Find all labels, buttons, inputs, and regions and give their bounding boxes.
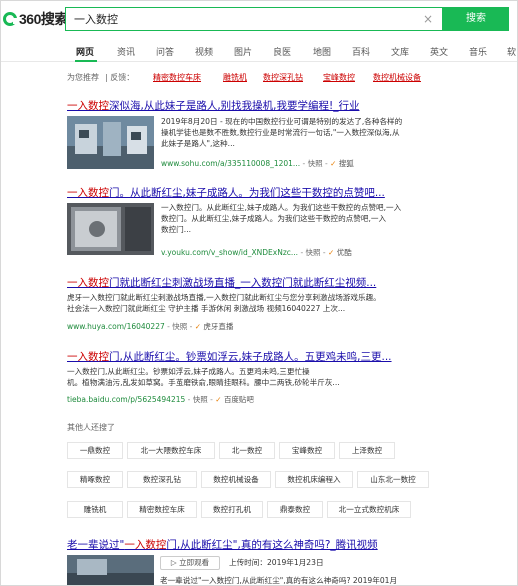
tab-news[interactable]: 资讯 (117, 45, 135, 58)
result-url: tieba.baidu.com/p/5625494215 - 快照 - ✓ 百度… (67, 395, 254, 404)
recommend-link[interactable]: 数控深孔钻 (263, 72, 303, 83)
logo-icon (3, 12, 17, 26)
tab-qa[interactable]: 问答 (156, 45, 174, 58)
result-thumbnail[interactable] (67, 555, 154, 585)
tab-baike[interactable]: 百科 (352, 45, 370, 58)
snapshot-link[interactable]: 快照 (172, 322, 187, 331)
factory-image-icon (67, 116, 154, 169)
upload-time: 上传时间：2019年1月23日 (229, 558, 324, 567)
recommend-link[interactable]: 宝峰数控 (323, 72, 355, 83)
tab-english[interactable]: 英文 (430, 45, 448, 58)
result-url: www.sohu.com/a/335110008_1201... - 快照 - … (161, 159, 354, 168)
recommend-bar: 为您推荐 | 反馈： 精密数控车床 雕铣机 数控深孔钻 宝峰数控 数控机械设备 (67, 72, 507, 84)
related-searches-title: 其他人还搜了 (67, 423, 115, 432)
tab-doctor[interactable]: 良医 (273, 45, 291, 58)
related-search-button[interactable]: 数控打孔机 (201, 501, 263, 518)
logo-text: 360搜索 (19, 11, 68, 27)
source-icon: ✓ (215, 395, 222, 404)
tab-video[interactable]: 视频 (195, 45, 213, 58)
result-snippet: 一入数控门,从此断红尘。钞票如浮云,妹子成路人。五更鸡未鸣,三更忙操 机。植物满… (67, 367, 340, 387)
tab-images[interactable]: 图片 (234, 45, 252, 58)
related-search-button[interactable]: 上泽数控 (339, 442, 395, 459)
tab-music[interactable]: 音乐 (469, 45, 487, 58)
source-icon: ✓ (330, 159, 337, 168)
machine-image-icon (67, 203, 154, 255)
source-icon: ✓ (194, 322, 202, 331)
source-name: 百度贴吧 (223, 395, 254, 404)
recommend-label: 为您推荐 (67, 73, 99, 82)
snapshot-link[interactable]: 快照 (306, 248, 321, 257)
clear-icon[interactable]: × (422, 12, 434, 26)
related-search-button[interactable]: 宝峰数控 (279, 442, 335, 459)
feedback-link[interactable]: | 反馈： (105, 72, 134, 83)
result-snippet: 2019年8月20日 - 现在的中国数控行业可谓是特别的发达了,各种各样的 操机… (161, 117, 403, 148)
source-name: 优酷 (336, 248, 352, 257)
snapshot-link[interactable]: 快照 (308, 159, 323, 168)
related-search-button[interactable]: 山东北一数控 (357, 471, 429, 488)
search-box: × (65, 7, 443, 31)
search-input[interactable] (74, 8, 414, 30)
result-snippet: 虎牙一入数控门就此断红尘刺激战场直播,一入数控门就此断红尘与您分享刺激战场游戏乐… (67, 293, 381, 313)
video-thumbnail-icon (67, 555, 154, 585)
related-search-button[interactable]: 数控机械设备 (201, 471, 271, 488)
source-name: 虎牙直播 (203, 322, 234, 331)
result-title-link[interactable]: 一入数控门,从此断红尘。钞票如浮云,妹子成路人。五更鸡未鸣,三更... (67, 349, 437, 364)
related-search-button[interactable]: 北一数控 (219, 442, 275, 459)
tab-map[interactable]: 地图 (313, 45, 331, 58)
tab-software[interactable]: 软 (507, 45, 516, 58)
related-search-button[interactable]: 北一立式数控机床 (327, 501, 411, 518)
result-thumbnail[interactable] (67, 203, 154, 255)
watch-now-button[interactable]: ▷ 立即观看 (160, 556, 220, 570)
source-name: 搜狐 (338, 159, 354, 168)
header: 360搜索 × 搜索 (1, 1, 517, 37)
recommend-link[interactable]: 雕铣机 (223, 72, 247, 83)
related-search-button[interactable]: 数控机床编程入 (275, 471, 353, 488)
related-search-button[interactable]: 雕铣机 (67, 501, 123, 518)
category-nav: 网页 资讯 问答 视频 图片 良医 地图 百科 文库 英文 音乐 软 (1, 43, 517, 62)
result-snippet: 一入数控门。从此断红尘,妹子成路人。为我们这些干数控的点赞吧,一入 数控门。从此… (161, 203, 402, 234)
result-url: www.huya.com/16040227 - 快照 - ✓ 虎牙直播 (67, 322, 234, 331)
result-title-link[interactable]: 老一辈说过"一入数控门,从此断红尘",真的有这么神奇吗?_腾讯视频 (67, 537, 487, 552)
result-url: v.youku.com/v_show/id_XNDExNzc... - 快照 -… (161, 248, 352, 257)
logo[interactable]: 360搜索 (3, 10, 68, 28)
result-title-link[interactable]: 一入数控门。从此断红尘,妹子成路人。为我们这些干数控的点赞吧... (67, 185, 427, 200)
related-search-button[interactable]: 北一大隈数控车床 (127, 442, 215, 459)
search-results-page: 360搜索 × 搜索 网页 资讯 问答 视频 图片 良医 地图 百科 文库 英文… (0, 0, 518, 586)
related-search-button[interactable]: 精啄数控 (67, 471, 123, 488)
related-search-button[interactable]: 精密数控车床 (127, 501, 197, 518)
result-thumbnail[interactable] (67, 116, 154, 169)
result-title-link[interactable]: 一入数控门就此断红尘刺激战场直播_一入数控门就此断红尘视频... (67, 275, 437, 290)
source-icon: ✓ (328, 248, 335, 257)
result-title-link[interactable]: 一入数控深似海,从此妹子是路人,别找我操机,我要学编程!_行业 (67, 98, 387, 113)
related-search-button[interactable]: 一鼎数控 (67, 442, 123, 459)
search-button[interactable]: 搜索 (443, 7, 509, 31)
related-search-button[interactable]: 鼎泰数控 (267, 501, 323, 518)
recommend-link[interactable]: 精密数控车床 (153, 72, 201, 83)
active-tab-indicator (75, 60, 97, 62)
tab-web[interactable]: 网页 (76, 45, 94, 58)
related-search-button[interactable]: 数控深孔钻 (127, 471, 197, 488)
tab-library[interactable]: 文库 (391, 45, 409, 58)
result-snippet: 老一辈说过"一入数控门,从此断红尘",真的有这么神奇吗? 2019年01月 (160, 576, 398, 585)
snapshot-link[interactable]: 快照 (193, 395, 208, 404)
recommend-link[interactable]: 数控机械设备 (373, 72, 421, 83)
